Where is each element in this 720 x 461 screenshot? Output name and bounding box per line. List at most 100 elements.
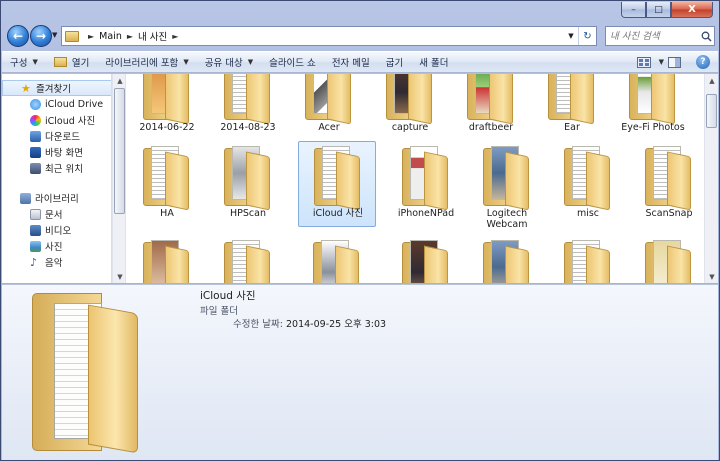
- nav-item-videos[interactable]: 비디오: [2, 222, 111, 238]
- details-item-name: iCloud 사진: [200, 290, 256, 302]
- folder-item[interactable]: HPScan: [209, 142, 287, 228]
- nav-item-documents[interactable]: 문서: [2, 206, 111, 222]
- folder-name: 2014-06-22: [139, 122, 195, 133]
- folder-item[interactable]: [128, 236, 206, 283]
- favorites-label: 즐겨찾기: [36, 84, 71, 95]
- folder-item[interactable]: [549, 236, 627, 283]
- folder-item[interactable]: iPhoneNPad: [387, 142, 465, 228]
- search-icon[interactable]: [698, 31, 714, 42]
- nav-item-label: 사진: [45, 242, 63, 253]
- folder-icon: [224, 144, 272, 211]
- libraries-header[interactable]: 라이브러리: [2, 190, 111, 206]
- forward-button[interactable]: →: [30, 25, 52, 47]
- slideshow-button[interactable]: 슬라이드 쇼: [261, 52, 324, 72]
- nav-item-desktop[interactable]: 바탕 화면: [2, 144, 111, 160]
- nav-item-music[interactable]: ♪ 음악: [2, 254, 111, 270]
- folder-item[interactable]: misc: [549, 142, 627, 228]
- preview-pane-button[interactable]: [664, 55, 684, 69]
- organize-button[interactable]: 구성 ▼: [2, 52, 46, 72]
- help-button[interactable]: ?: [696, 55, 710, 69]
- breadcrumb-my-pictures[interactable]: 내 사진: [138, 29, 167, 43]
- favorites-header[interactable]: ★ 즐겨찾기: [2, 80, 111, 96]
- navigation-pane-scrollbar[interactable]: ▲ ▼: [112, 74, 126, 283]
- folder-item-selected[interactable]: iCloud 사진: [298, 141, 376, 227]
- video-icon: [30, 224, 41, 236]
- open-button[interactable]: 열기: [46, 52, 97, 72]
- folder-item[interactable]: Logitech Webcam: [468, 142, 546, 230]
- folder-icon: [548, 74, 596, 125]
- change-view-button[interactable]: [634, 55, 654, 69]
- folder-item[interactable]: Eye-Fi Photos: [614, 74, 692, 142]
- folder-item[interactable]: [209, 236, 287, 283]
- email-button[interactable]: 전자 메일: [324, 52, 378, 72]
- minimize-button[interactable]: –: [621, 2, 646, 18]
- folder-item[interactable]: [387, 236, 465, 283]
- folder-item[interactable]: Acer: [290, 74, 368, 142]
- folder-item[interactable]: capture: [371, 74, 449, 142]
- arrow-left-icon: ←: [12, 29, 24, 43]
- scrollbar-thumb[interactable]: [706, 94, 717, 128]
- recent-pages-dropdown[interactable]: ▼: [52, 31, 57, 39]
- nav-item-icloud-photos[interactable]: iCloud 사진: [2, 112, 111, 128]
- nav-item-label: 다운로드: [45, 132, 80, 143]
- chevron-right-icon[interactable]: ►: [172, 32, 178, 41]
- details-pane: iCloud 사진 파일 폴더 수정한 날짜: 2014-09-25 오후 3:…: [2, 284, 718, 460]
- folder-name: Logitech Webcam: [486, 208, 528, 230]
- search-box[interactable]: [605, 26, 715, 46]
- folder-icon: [65, 30, 79, 42]
- folder-item[interactable]: 2014-06-22: [128, 74, 206, 142]
- folder-item[interactable]: [468, 236, 546, 283]
- photos-icon: [30, 114, 41, 126]
- share-with-button[interactable]: 공유 대상 ▼: [197, 52, 261, 72]
- nav-item-recent-places[interactable]: 최근 위치: [2, 160, 111, 176]
- content-area: ★ 즐겨찾기 iCloud Drive iCloud 사진 다운로드 바탕 화면…: [2, 74, 718, 283]
- nav-item-downloads[interactable]: 다운로드: [2, 128, 111, 144]
- recent-places-icon: [30, 162, 41, 174]
- folder-item[interactable]: ScanSnap: [630, 142, 704, 228]
- preview-pane-icon: [667, 56, 681, 68]
- new-folder-button[interactable]: 새 폴더: [411, 52, 456, 72]
- chevron-right-icon[interactable]: ►: [88, 32, 94, 41]
- folder-thumbnail-icon: [32, 287, 142, 457]
- folder-item[interactable]: [298, 236, 376, 283]
- address-bar[interactable]: ► Main ► 내 사진 ► ▼ ↻: [61, 26, 597, 46]
- caption-buttons: – □ X: [621, 2, 713, 18]
- folder-item[interactable]: HA: [128, 142, 206, 228]
- folder-item[interactable]: Ear: [533, 74, 611, 142]
- refresh-button[interactable]: ↻: [578, 27, 596, 45]
- scroll-down-arrow[interactable]: ▼: [113, 270, 127, 283]
- close-button[interactable]: X: [671, 2, 713, 18]
- file-list-scrollbar[interactable]: ▲ ▼: [704, 74, 718, 283]
- navigation-pane: ★ 즐겨찾기 iCloud Drive iCloud 사진 다운로드 바탕 화면…: [2, 74, 112, 283]
- scroll-up-arrow[interactable]: ▲: [113, 74, 127, 87]
- burn-button[interactable]: 굽기: [378, 52, 411, 72]
- add-to-library-button[interactable]: 라이브러리에 포함 ▼: [97, 52, 196, 72]
- folder-icon: [313, 238, 361, 283]
- breadcrumb-main[interactable]: Main: [99, 31, 122, 42]
- scroll-up-arrow[interactable]: ▲: [705, 74, 719, 87]
- refresh-icon: ↻: [583, 30, 592, 42]
- scroll-down-arrow[interactable]: ▼: [705, 270, 719, 283]
- scrollbar-thumb[interactable]: [114, 88, 125, 214]
- file-list[interactable]: 2014-06-22 2014-08-23 Acer capture draft…: [128, 74, 704, 283]
- nav-item-label: 문서: [45, 210, 63, 221]
- nav-item-label: iCloud 사진: [45, 116, 96, 127]
- back-button[interactable]: ←: [7, 25, 29, 47]
- folder-item[interactable]: [630, 236, 704, 283]
- folder-icon: [645, 144, 693, 211]
- address-dropdown-button[interactable]: ▼: [564, 27, 578, 45]
- folder-icon: [645, 238, 693, 283]
- folder-name: Eye-Fi Photos: [621, 122, 685, 133]
- command-bar: 구성 ▼ 열기 라이브러리에 포함 ▼ 공유 대상 ▼ 슬라이드 쇼 전자 메일…: [2, 51, 718, 73]
- folder-item[interactable]: 2014-08-23: [209, 74, 287, 142]
- folder-item[interactable]: draftbeer: [452, 74, 530, 142]
- title-bar[interactable]: – □ X: [1, 1, 719, 23]
- folder-icon: [564, 238, 612, 283]
- download-icon: [30, 130, 41, 142]
- nav-item-pictures[interactable]: 사진: [2, 238, 111, 254]
- star-icon: ★: [21, 81, 31, 95]
- search-input[interactable]: [610, 28, 698, 44]
- maximize-button[interactable]: □: [646, 2, 671, 18]
- nav-item-icloud-drive[interactable]: iCloud Drive: [2, 96, 111, 112]
- chevron-right-icon[interactable]: ►: [127, 32, 133, 41]
